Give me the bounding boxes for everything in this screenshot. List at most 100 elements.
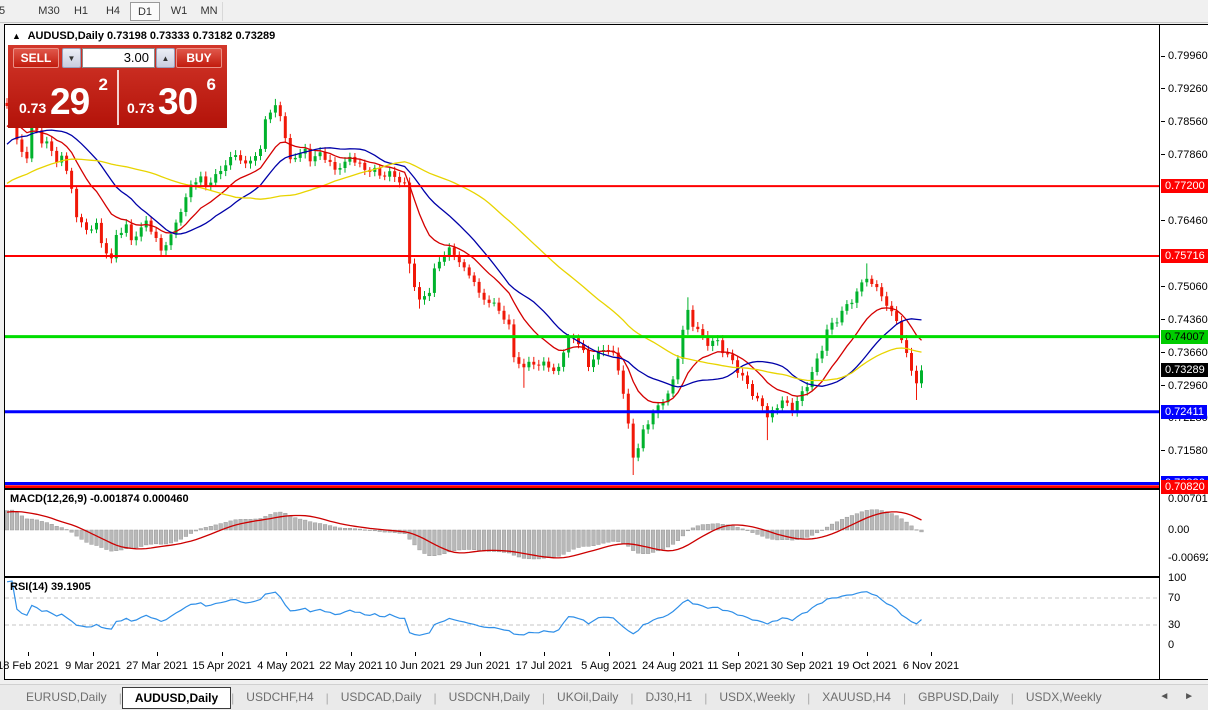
timeframe-button-h4[interactable]: H4	[100, 2, 126, 21]
time-axis-tick	[673, 652, 674, 656]
chart-tab-bar: EURUSD,Daily | AUDUSD,Daily | USDCHF,H4 | USDC…	[0, 684, 1208, 710]
price-axis[interactable]: 0.79960 0.79260 0.78560 0.77860 0.76460 0.750…	[1161, 25, 1208, 679]
price-badge: 0.73289	[1161, 363, 1208, 377]
price-badge: 0.70820	[1161, 480, 1208, 494]
main-chart-pane[interactable]: ▲ AUDUSD,Daily 0.73198 0.73333 0.73182 0…	[5, 25, 1159, 488]
timeframe-button-5[interactable]: 5	[0, 2, 8, 21]
rsi-scale-label: 30	[1168, 619, 1181, 631]
price-label: 0.71580	[1168, 445, 1208, 457]
chart-tab-usdchf-h4[interactable]: USDCHF,H4	[234, 687, 325, 709]
chart-tab-dj30-h1[interactable]: DJ30,H1	[634, 687, 705, 709]
volume-decrease-button[interactable]: ▼	[62, 48, 81, 68]
chart-tab-usdx-weekly[interactable]: USDX,Weekly	[707, 687, 807, 709]
price-label: 0.79260	[1168, 83, 1208, 95]
tab-scroll-arrows: ◄ ►	[1159, 691, 1200, 702]
buy-price-prefix: 0.73	[127, 100, 155, 116]
macd-values: -0.001874 0.000460	[90, 493, 189, 505]
date-label: 17 Jul 2021	[515, 660, 573, 672]
volume-increase-button[interactable]: ▲	[156, 48, 175, 68]
buy-button[interactable]: BUY	[176, 48, 222, 68]
price-label: 0.74360	[1168, 314, 1208, 326]
date-label: 29 Jun 2021	[449, 660, 511, 672]
time-axis-tick	[93, 652, 94, 656]
buy-price-big: 30	[158, 81, 198, 122]
price-label: 0.73660	[1168, 347, 1208, 359]
time-axis-tick	[931, 652, 932, 656]
price-label: 0.77860	[1168, 149, 1208, 161]
date-label: 11 Sep 2021	[707, 660, 769, 672]
price-axis-tick	[1161, 154, 1165, 155]
time-axis-tick	[415, 652, 416, 656]
date-label: 24 Aug 2021	[642, 660, 704, 672]
date-label: 19 Oct 2021	[837, 660, 897, 672]
rsi-pane[interactable]: RSI(14) 39.1905	[5, 578, 1159, 652]
price-axis-tick	[1161, 121, 1165, 122]
timeframe-toolbar: 5 M30 H1 H4 D1 W1 MN	[0, 0, 1208, 23]
price-label: 0.72960	[1168, 380, 1208, 392]
sell-price-prefix: 0.73	[19, 100, 47, 116]
time-axis[interactable]: 18 Feb 2021 9 Mar 2021 27 Mar 2021 15 Apr 2…	[0, 652, 1159, 679]
collapse-panel-icon[interactable]: ▲	[12, 31, 21, 41]
timeframe-button-mn[interactable]: MN	[196, 2, 222, 21]
price-label: 0.78560	[1168, 116, 1208, 128]
sell-button[interactable]: SELL	[13, 48, 59, 68]
timeframe-button-w1[interactable]: W1	[166, 2, 192, 21]
chart-ohlc-values: 0.73198 0.73333 0.73182 0.73289	[107, 30, 276, 42]
rsi-scale-label: 70	[1168, 592, 1181, 604]
time-axis-tick	[157, 652, 158, 656]
time-axis-tick	[544, 652, 545, 656]
price-axis-tick	[1161, 286, 1165, 287]
chart-tab-usdcnh-daily[interactable]: USDCNH,Daily	[437, 687, 542, 709]
macd-label: MACD(12,26,9) -0.001874 0.000460	[10, 493, 189, 505]
price-axis-tick	[1161, 352, 1165, 353]
mt4-window: 5 M30 H1 H4 D1 W1 MN ▲ AUDUSD,Daily 0.73198 0.…	[0, 0, 1208, 710]
price-badge: 0.74007	[1161, 330, 1208, 344]
chart-plot-area: ▲ AUDUSD,Daily 0.73198 0.73333 0.73182 0…	[0, 25, 1160, 679]
price-label: 0.79960	[1168, 50, 1208, 62]
price-axis-tick	[1161, 319, 1165, 320]
macd-scale-label: 0.007015	[1168, 493, 1208, 505]
date-label: 30 Sep 2021	[770, 660, 834, 672]
price-badge: 0.77200	[1161, 179, 1208, 193]
date-label: 22 May 2021	[319, 660, 383, 672]
date-label: 6 Nov 2021	[902, 660, 960, 672]
time-axis-tick	[28, 652, 29, 656]
chart-tab-ukoil-daily[interactable]: UKOil,Daily	[545, 687, 630, 709]
time-axis-tick	[738, 652, 739, 656]
time-axis-tick	[286, 652, 287, 656]
time-axis-tick	[480, 652, 481, 656]
price-label: 0.76460	[1168, 215, 1208, 227]
time-axis-tick	[351, 652, 352, 656]
chart-tab-audusd-daily[interactable]: AUDUSD,Daily	[121, 687, 232, 709]
chart-tab-eurusd-daily[interactable]: EURUSD,Daily	[14, 687, 119, 709]
macd-pane[interactable]: MACD(12,26,9) -0.001874 0.000460	[5, 490, 1159, 576]
tab-scroll-left-icon[interactable]: ◄	[1159, 691, 1175, 702]
timeframe-button-d1[interactable]: D1	[130, 2, 160, 21]
price-label: 0.75060	[1168, 281, 1208, 293]
rsi-label: RSI(14) 39.1905	[10, 581, 91, 593]
date-label: 18 Feb 2021	[0, 660, 59, 672]
timeframe-button-m30[interactable]: M30	[34, 2, 64, 21]
chart-title: ▲ AUDUSD,Daily 0.73198 0.73333 0.73182 0…	[12, 30, 275, 42]
sell-price-pip: 2	[98, 75, 108, 94]
time-axis-tick	[867, 652, 868, 656]
sell-price-big: 29	[50, 81, 90, 122]
price-axis-tick	[1161, 220, 1165, 221]
chart-tab-xauusd-h4[interactable]: XAUUSD,H4	[810, 687, 903, 709]
tab-scroll-right-icon[interactable]: ►	[1184, 691, 1200, 702]
timeframe-button-h1[interactable]: H1	[68, 2, 94, 21]
chart-tab-usdx-weekly[interactable]: USDX,Weekly	[1014, 687, 1114, 709]
price-axis-tick	[1161, 56, 1165, 57]
macd-scale-label: 0.00	[1168, 524, 1190, 536]
volume-input[interactable]: 3.00	[82, 48, 155, 68]
buy-price-pip: 6	[206, 75, 216, 94]
chart-tab-gbpusd-daily[interactable]: GBPUSD,Daily	[906, 687, 1011, 709]
buy-price-button[interactable]: 0.73 30 6	[118, 70, 224, 125]
price-badge: 0.72411	[1161, 405, 1207, 419]
rsi-canvas[interactable]	[5, 578, 1159, 652]
price-axis-tick	[1161, 450, 1165, 451]
chart-tab-usdcad-daily[interactable]: USDCAD,Daily	[329, 687, 434, 709]
price-axis-tick	[1161, 385, 1165, 386]
sell-price-button[interactable]: 0.73 29 2	[10, 70, 116, 125]
date-label: 9 Mar 2021	[65, 660, 121, 672]
